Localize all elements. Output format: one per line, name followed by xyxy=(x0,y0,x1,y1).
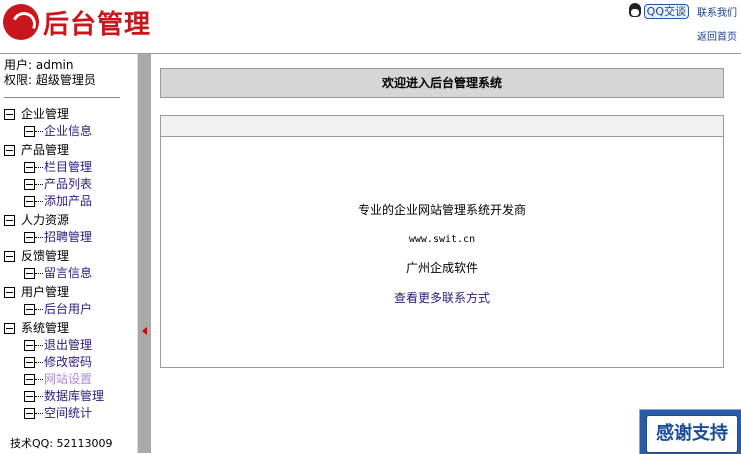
tree-connector xyxy=(35,345,43,346)
nav-item-label[interactable]: 退出管理 xyxy=(44,337,92,354)
info-panel: 专业的企业网站管理系统开发商 www.swit.cn 广州企成软件 查看更多联系… xyxy=(160,115,724,368)
thanks-badge[interactable]: 感谢支持 xyxy=(639,409,741,454)
collapse-icon xyxy=(24,391,35,402)
tree-connector xyxy=(35,396,43,397)
nav-item-enterprise-info[interactable]: 企业信息 xyxy=(4,123,136,140)
user-info: 用户: admin 权限: 超级管理员 xyxy=(4,58,96,88)
nav-item-space-stats[interactable]: 空间统计 xyxy=(4,405,136,422)
nav-item-label[interactable]: 招聘管理 xyxy=(44,229,92,246)
nav-section-title: 系统管理 xyxy=(21,321,70,335)
collapse-arrow-icon[interactable] xyxy=(142,327,147,335)
tree-connector xyxy=(35,201,43,202)
role-label: 权限: 超级管理员 xyxy=(4,73,96,87)
nav-tree: 企业管理 企业信息 产品管理 栏目管理 产品列表 添加产品 人力资源 招聘管理 … xyxy=(4,106,136,422)
collapse-icon xyxy=(24,340,35,351)
nav-item-admin-users[interactable]: 后台用户 xyxy=(4,301,136,318)
panel-body: 专业的企业网站管理系统开发商 www.swit.cn 广州企成软件 查看更多联系… xyxy=(161,201,723,306)
nav-item-logout[interactable]: 退出管理 xyxy=(4,337,136,354)
logo: 后台管理 xyxy=(3,3,151,41)
nav-item-site-settings[interactable]: 网站设置 xyxy=(4,371,136,388)
contact-us-link[interactable]: 联系我们 xyxy=(697,4,737,19)
nav-item-label[interactable]: 后台用户 xyxy=(44,301,92,318)
collapse-icon xyxy=(24,304,35,315)
tree-connector xyxy=(35,167,43,168)
collapse-icon xyxy=(24,196,35,207)
more-contact: 查看更多联系方式 xyxy=(161,289,723,306)
nav-section-users[interactable]: 用户管理 xyxy=(4,284,136,301)
collapse-icon xyxy=(24,126,35,137)
header: 后台管理 QQ交谈 联系我们 返回首页 xyxy=(0,0,741,54)
qq-area: QQ交谈 联系我们 xyxy=(628,3,737,19)
tree-connector xyxy=(35,184,43,185)
company-name: 广州企成软件 xyxy=(405,261,478,275)
tree-connector xyxy=(35,413,43,414)
collapse-icon xyxy=(24,179,35,190)
company-slogan: 专业的企业网站管理系统开发商 xyxy=(357,203,526,217)
tech-support-qq: 技术QQ: 52113009 xyxy=(10,437,113,450)
nav-section-title: 反馈管理 xyxy=(21,249,70,263)
collapse-icon[interactable] xyxy=(4,287,15,298)
logo-mark-icon xyxy=(3,4,39,40)
nav-item-product-list[interactable]: 产品列表 xyxy=(4,176,136,193)
collapse-icon xyxy=(24,232,35,243)
sidebar: 用户: admin 权限: 超级管理员 企业管理 企业信息 产品管理 栏目管理 … xyxy=(0,54,136,453)
nav-section-products[interactable]: 产品管理 xyxy=(4,142,136,159)
tree-connector xyxy=(35,362,43,363)
nav-item-change-password[interactable]: 修改密码 xyxy=(4,354,136,371)
thanks-label: 感谢支持 xyxy=(646,415,738,453)
collapse-icon xyxy=(24,268,35,279)
divider xyxy=(4,97,120,98)
collapse-icon xyxy=(24,357,35,368)
nav-section-title: 企业管理 xyxy=(21,107,70,121)
nav-item-label[interactable]: 留言信息 xyxy=(44,265,92,282)
company-website: www.swit.cn xyxy=(408,234,476,245)
nav-item-category[interactable]: 栏目管理 xyxy=(4,159,136,176)
nav-item-database[interactable]: 数据库管理 xyxy=(4,388,136,405)
nav-section-hr[interactable]: 人力资源 xyxy=(4,212,136,229)
nav-item-label[interactable]: 添加产品 xyxy=(44,193,92,210)
tree-connector xyxy=(35,237,43,238)
user-label: 用户: admin xyxy=(4,58,74,72)
main-content: 欢迎进入后台管理系统 专业的企业网站管理系统开发商 www.swit.cn 广州… xyxy=(151,54,741,453)
collapse-icon xyxy=(24,374,35,385)
tree-connector xyxy=(35,131,43,132)
nav-section-title: 用户管理 xyxy=(21,285,70,299)
nav-item-label[interactable]: 栏目管理 xyxy=(44,159,92,176)
collapse-icon[interactable] xyxy=(4,251,15,262)
logo-text: 后台管理 xyxy=(43,9,152,40)
nav-section-enterprise[interactable]: 企业管理 xyxy=(4,106,136,123)
nav-item-add-product[interactable]: 添加产品 xyxy=(4,193,136,210)
qq-penguin-icon[interactable] xyxy=(628,3,642,19)
collapse-icon xyxy=(24,162,35,173)
nav-item-label[interactable]: 数据库管理 xyxy=(44,388,104,405)
collapse-icon[interactable] xyxy=(4,215,15,226)
nav-item-label[interactable]: 修改密码 xyxy=(44,354,92,371)
collapse-icon[interactable] xyxy=(4,145,15,156)
nav-item-label[interactable]: 企业信息 xyxy=(44,123,92,140)
panel-header xyxy=(161,116,723,137)
nav-section-system[interactable]: 系统管理 xyxy=(4,320,136,337)
nav-item-messages[interactable]: 留言信息 xyxy=(4,265,136,282)
nav-section-title: 产品管理 xyxy=(21,143,70,157)
tree-connector xyxy=(35,309,43,310)
collapse-icon[interactable] xyxy=(4,109,15,120)
collapse-icon[interactable] xyxy=(4,323,15,334)
nav-section-feedback[interactable]: 反馈管理 xyxy=(4,248,136,265)
nav-item-recruitment[interactable]: 招聘管理 xyxy=(4,229,136,246)
nav-section-title: 人力资源 xyxy=(21,213,70,227)
nav-item-label[interactable]: 空间统计 xyxy=(44,405,92,422)
tree-connector xyxy=(35,273,43,274)
welcome-title: 欢迎进入后台管理系统 xyxy=(160,68,724,98)
collapse-icon xyxy=(24,408,35,419)
nav-item-label[interactable]: 产品列表 xyxy=(44,176,92,193)
back-home-link[interactable]: 返回首页 xyxy=(697,28,737,43)
sidebar-splitter[interactable] xyxy=(137,54,152,453)
qq-chat-button[interactable]: QQ交谈 xyxy=(643,3,689,19)
nav-item-label[interactable]: 网站设置 xyxy=(44,371,92,388)
tree-connector xyxy=(35,379,43,380)
more-contact-link[interactable]: 查看更多联系方式 xyxy=(394,291,490,305)
